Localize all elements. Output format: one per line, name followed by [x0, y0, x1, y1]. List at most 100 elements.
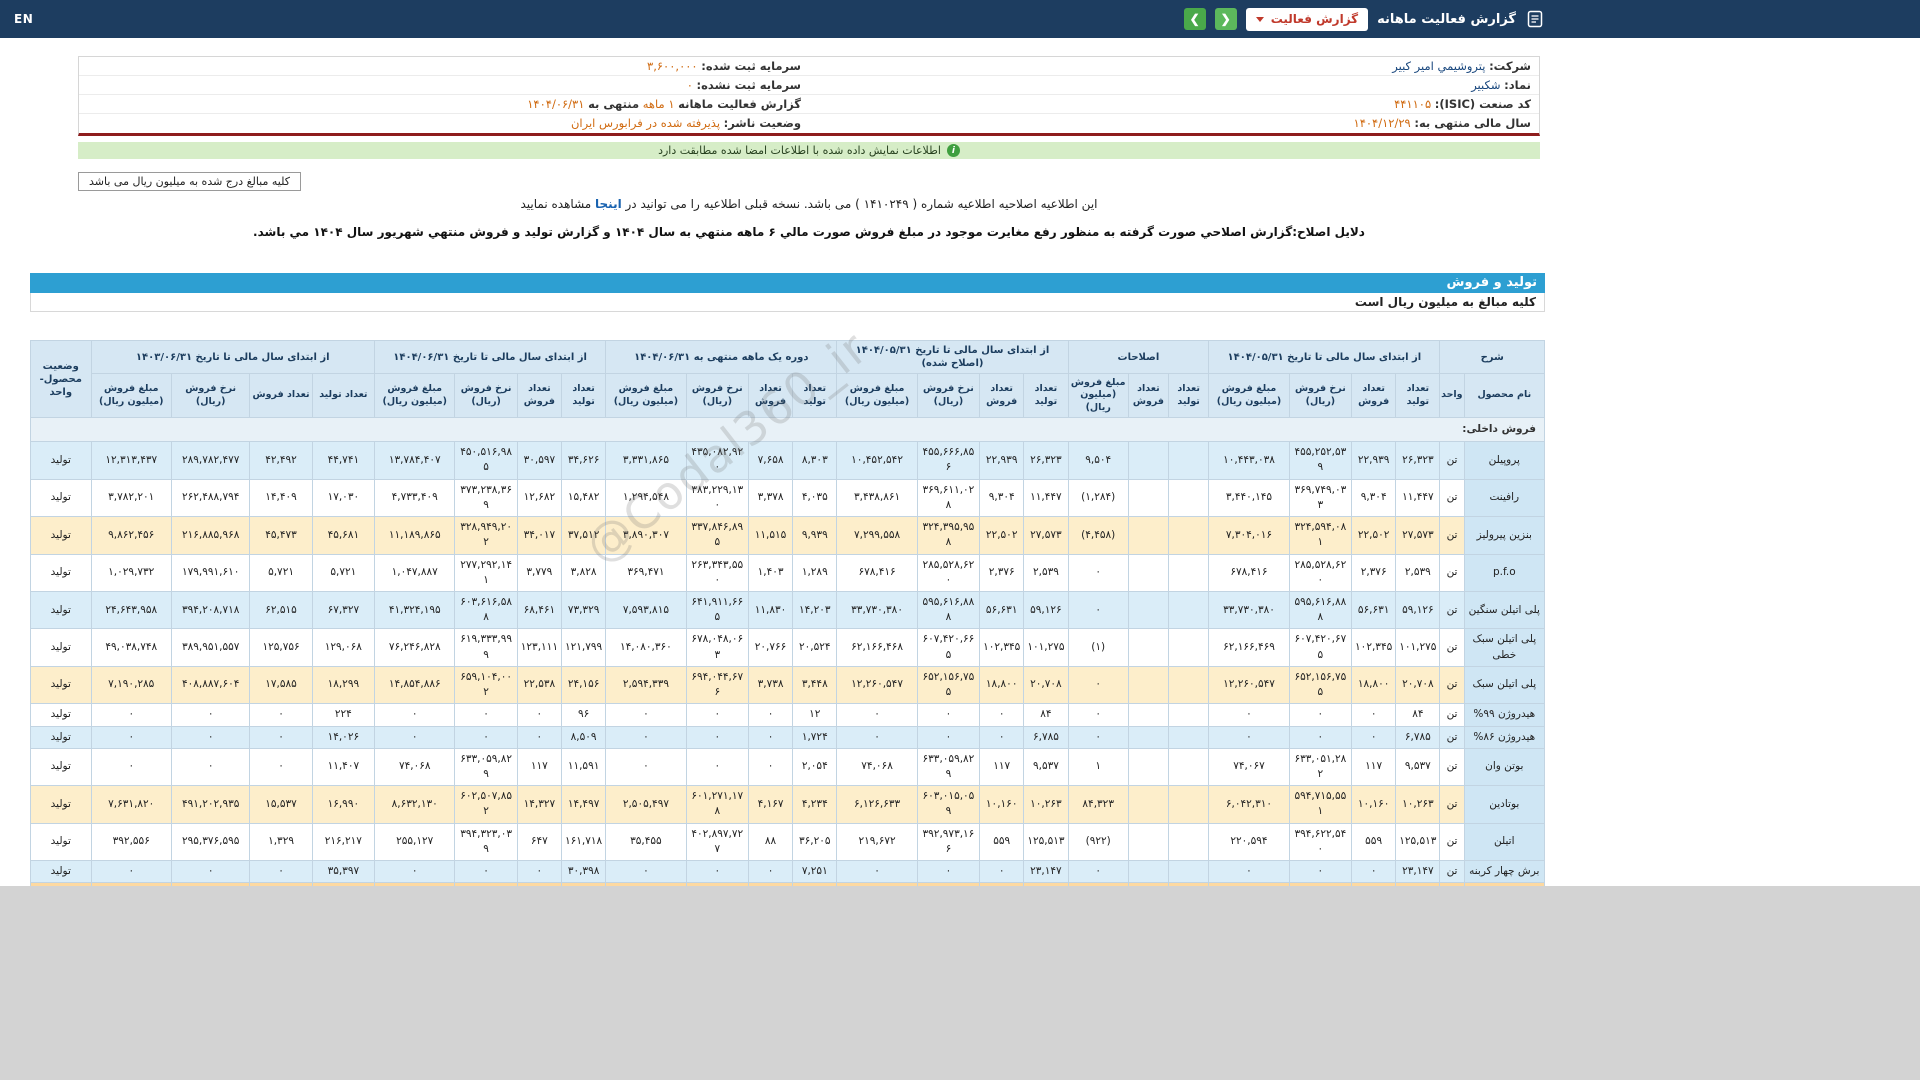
section-title-bar: تولید و فروش	[30, 273, 1545, 293]
value-cell	[1289, 883, 1351, 886]
value-cell: ۳۹۴,۳۲۳,۰۳۹	[455, 823, 517, 860]
value-cell: ۲۶۲,۴۸۸,۷۹۴	[171, 479, 249, 516]
previous-version-link[interactable]: اینجا	[595, 197, 622, 211]
value-cell: ۷۴,۰۶۸	[375, 748, 455, 785]
value-cell: ۶۸,۴۶۱	[517, 592, 561, 629]
amendment-note: این اطلاعیه اصلاحیه اطلاعیه شماره ( ۱۴۱۰…	[78, 197, 1540, 211]
product-name-cell: پلی اتیلن سنگین	[1464, 592, 1544, 629]
value-cell: ۶۷۸,۴۱۶	[1209, 554, 1289, 591]
value-cell	[1128, 726, 1168, 748]
language-switch-en[interactable]: EN	[14, 12, 33, 26]
value-cell: ۲۰,۷۰۸	[1024, 666, 1068, 703]
value-cell: ۱۰۱,۲۷۵	[1024, 629, 1068, 666]
status-cell: تولید	[31, 666, 92, 703]
value-cell	[1128, 748, 1168, 785]
value-cell: ۳۰,۵۹۷	[517, 442, 561, 479]
next-report-button[interactable]: ❯	[1184, 8, 1206, 30]
value-cell: ۶۹۴,۰۴۴,۶۷۶	[686, 666, 748, 703]
product-row: اتیلنتن۱۲۵,۵۱۳۵۵۹۳۹۴,۶۲۲,۵۴۰۲۲۰,۵۹۴(۹۲۲)…	[31, 823, 1545, 860]
product-name-cell: بوتن وان	[1464, 748, 1544, 785]
value-cell: ۸۴,۳۲۳	[1068, 786, 1128, 823]
value-cell: ۱۲۳,۱۱۱	[517, 629, 561, 666]
value-cell: ۱۱۷	[1352, 748, 1396, 785]
status-cell	[31, 883, 92, 886]
unit-cell: تن	[1440, 786, 1464, 823]
value-cell: ۳,۷۸۲,۲۰۱	[91, 479, 171, 516]
value-cell: ۱۷,۰۳۰	[312, 479, 374, 516]
value-cell: ۱۴,۲۰۳	[793, 592, 837, 629]
header-sub: تعداد فروش	[517, 374, 561, 418]
page-title: گزارش فعالیت ماهانه	[1377, 12, 1516, 27]
product-row: p.f.oتن۲,۵۳۹۲,۳۷۶۲۸۵,۵۲۸,۶۲۰۶۷۸,۴۱۶۰۲,۵۳…	[31, 554, 1545, 591]
value-cell: ۱,۴۰۳	[748, 554, 792, 591]
value-cell: ۶۷۸,۴۱۶	[837, 554, 917, 591]
value-cell: ۲۲,۵۰۲	[980, 517, 1024, 554]
value-cell: ۳۷,۵۱۲	[561, 517, 605, 554]
product-name-cell: بنزین پیرولیز	[1464, 517, 1544, 554]
value-cell: ۰	[686, 748, 748, 785]
value-cell: ۶,۱۲۶,۶۳۳	[837, 786, 917, 823]
value-cell: ۰	[1289, 861, 1351, 883]
value-cell	[1128, 479, 1168, 516]
value-cell: ۲۳,۱۴۷	[1396, 861, 1440, 883]
unit-cell: تن	[1440, 748, 1464, 785]
value-cell: ۶۴۷	[517, 823, 561, 860]
value-cell	[1169, 748, 1209, 785]
value-cell: ۱۱۷	[980, 748, 1024, 785]
unregistered-capital-value: ۰	[687, 78, 693, 92]
value-cell: ۷,۶۳۱,۸۲۰	[91, 786, 171, 823]
value-cell: ۲,۵۰۵,۴۹۷	[606, 786, 686, 823]
unit-cell: تن	[1440, 726, 1464, 748]
chevron-down-icon	[1256, 17, 1264, 22]
value-cell: ۲۸۹,۷۸۲,۴۷۷	[171, 442, 249, 479]
value-cell: ۲,۳۷۶	[980, 554, 1024, 591]
value-cell: ۱۱,۵۱۵	[748, 517, 792, 554]
value-cell	[171, 883, 249, 886]
value-cell: ۱۱۷	[517, 748, 561, 785]
value-cell: ۳۳,۷۳۰,۳۸۰	[837, 592, 917, 629]
value-cell: ۴۳۵,۰۸۲,۹۲۰	[686, 442, 748, 479]
unit-cell: تن	[1440, 861, 1464, 883]
report-type-button[interactable]: گزارش فعالیت	[1246, 8, 1368, 31]
value-cell: ۷,۶۵۸	[748, 442, 792, 479]
status-cell: تولید	[31, 726, 92, 748]
info-icon: i	[947, 144, 960, 157]
value-cell: ۱۱۳,۲۲۲	[793, 883, 837, 886]
report-period-mid: منتهی به	[588, 97, 639, 111]
value-cell: ۵,۷۲۱	[250, 554, 312, 591]
value-cell: ۸,۵۰۹	[561, 726, 605, 748]
value-cell: ۱۱,۴۴۷	[1024, 479, 1068, 516]
header-sub: مبلغ فروش (میلیون ریال)	[91, 374, 171, 418]
value-cell: ۱۳,۷۸۴,۴۰۷	[375, 442, 455, 479]
report-period-label: گزارش فعالیت ماهانه	[678, 97, 801, 111]
value-cell: ۹,۳۰۴	[980, 479, 1024, 516]
status-cell: تولید	[31, 517, 92, 554]
product-name-cell: هیدروژن ۹۹%	[1464, 704, 1544, 726]
isic-value: ۴۴۱۱۰۵	[1394, 97, 1431, 111]
value-cell: ۹,۵۳۷	[1024, 748, 1068, 785]
product-row: رافینتتن۱۱,۴۴۷۹,۳۰۴۳۶۹,۷۴۹,۰۳۳۳,۴۴۰,۱۴۵(…	[31, 479, 1545, 516]
prev-report-button[interactable]: ❮	[1215, 8, 1237, 30]
isic-row: کد صنعت (ISIC): ۴۴۱۱۰۵	[809, 95, 1539, 114]
value-cell: ۱	[1068, 748, 1128, 785]
value-cell: ۳,۴۴۰,۱۴۵	[1209, 479, 1289, 516]
value-cell: ۰	[455, 704, 517, 726]
value-cell: ۴۵,۶۸۱	[312, 517, 374, 554]
value-cell: ۴۵,۴۷۳	[250, 517, 312, 554]
value-cell: ۸۴	[1024, 704, 1068, 726]
value-cell: ۲۸۵,۵۲۸,۶۲۰	[917, 554, 979, 591]
value-cell: ۱۰,۱۶۰	[1352, 786, 1396, 823]
value-cell: ۳,۷۳۸	[748, 666, 792, 703]
value-cell: ۰	[748, 748, 792, 785]
value-cell: ۰	[837, 861, 917, 883]
header-sub: مبلغ فروش (میلیون ریال)	[837, 374, 917, 418]
value-cell: ۱۱,۴۰۷	[312, 748, 374, 785]
value-cell: ۱۶۱,۷۱۸	[561, 823, 605, 860]
value-cell: ۱۲۵,۵۱۳	[1024, 823, 1068, 860]
value-cell: ۲۱۹,۶۷۲	[837, 823, 917, 860]
product-name-cell: هیدروژن ۸۶%	[1464, 726, 1544, 748]
value-cell: ۵۵۹	[980, 823, 1024, 860]
value-cell: ۱۲	[793, 704, 837, 726]
value-cell: ۰	[1289, 726, 1351, 748]
header-group-4: از ابتدای سال مالی تا تاریخ ۱۴۰۴/۰۶/۳۱	[375, 341, 606, 374]
